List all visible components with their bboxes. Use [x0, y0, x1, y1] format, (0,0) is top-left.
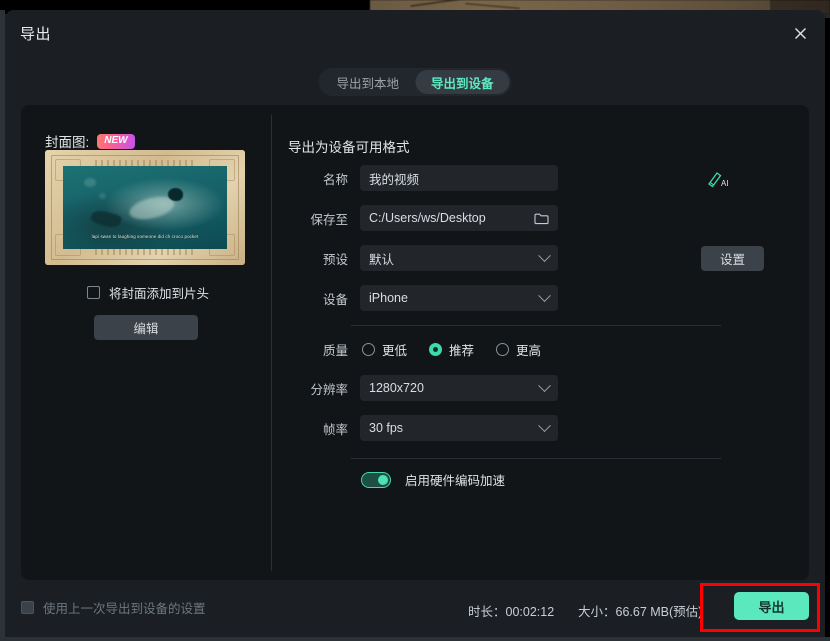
quality-option-higher-label: 更高	[516, 344, 542, 358]
page-title: 导出	[20, 26, 52, 43]
save-to-label: 保存至	[310, 212, 348, 227]
preset-value: 默认	[369, 252, 395, 267]
svg-text:AI: AI	[721, 179, 729, 188]
device-select[interactable]: iPhone	[360, 285, 558, 311]
resolution-label: 分辨率	[310, 382, 348, 397]
backdrop-streak	[465, 2, 520, 10]
thumbnail-subtitle: lapi swan to laughing someone did ch cro…	[91, 234, 199, 240]
resolution-value: 1280x720	[369, 381, 424, 395]
size-text: 大小：66.67 MB(预估)	[578, 605, 703, 619]
cover-label: 封面图:	[45, 135, 90, 150]
quality-option-higher[interactable]: 更高	[496, 340, 541, 359]
field-preset: 预设 默认 设置	[288, 245, 764, 271]
quality-option-lower-label: 更低	[382, 344, 408, 358]
cover-header: 封面图: NEW	[45, 131, 135, 151]
edit-cover-button[interactable]: 编辑	[94, 315, 198, 340]
dialog-footer: 使用上一次导出到设备的设置 时长：00:02:12 大小：66.67 MB(预估…	[5, 580, 825, 633]
chevron-down-icon	[538, 418, 551, 432]
add-cover-to-intro-label: 将封面添加到片头	[109, 287, 210, 301]
field-resolution: 分辨率 1280x720	[288, 375, 558, 401]
preset-label: 预设	[322, 252, 348, 267]
section-title: 导出为设备可用格式	[288, 140, 410, 155]
preset-select[interactable]: 默认	[360, 245, 558, 271]
duration-text: 时长：00:02:12	[468, 605, 555, 619]
checkbox-box	[87, 286, 100, 299]
use-last-settings-checkbox[interactable]: 使用上一次导出到设备的设置	[21, 598, 206, 617]
frame-rate-select[interactable]: 30 fps	[360, 415, 558, 441]
export-dialog: 导出 导出到本地 导出到设备 封面图: NEW lapi swan to lau…	[5, 10, 825, 637]
close-icon[interactable]	[787, 20, 813, 46]
tab-export-to-local[interactable]: 导出到本地	[320, 70, 415, 94]
quality-option-recommended[interactable]: 推荐	[429, 340, 474, 359]
cover-thumbnail[interactable]: lapi swan to laughing someone did ch cro…	[45, 150, 245, 265]
photo-bubble	[99, 192, 107, 199]
name-value: 我的视频	[369, 172, 420, 187]
photo-swimmer-head	[167, 187, 183, 201]
hardware-accel-row: 启用硬件编码加速	[361, 470, 505, 489]
quality-label: 质量	[322, 344, 348, 358]
cover-panel: 封面图: NEW lapi swan to laughing someone d…	[21, 105, 271, 580]
settings-divider-bottom	[351, 458, 721, 459]
export-settings-panel: 导出为设备可用格式 名称 我的视频 AI 保存至 C:/Users/ws/Des…	[271, 105, 809, 580]
radio-dot	[429, 343, 443, 356]
tab-export-to-device[interactable]: 导出到设备	[415, 70, 510, 94]
field-frame-rate: 帧率 30 fps	[288, 415, 558, 441]
radio-dot	[496, 343, 510, 356]
device-value: iPhone	[369, 291, 408, 305]
frame-rate-label: 帧率	[322, 422, 348, 437]
chevron-down-icon	[538, 248, 551, 262]
use-last-settings-label: 使用上一次导出到设备的设置	[43, 602, 206, 616]
settings-divider-top	[351, 325, 721, 326]
dialog-titlebar: 导出	[5, 10, 825, 56]
ai-pen-icon[interactable]: AI	[706, 169, 730, 189]
photo-swimmer-tail	[89, 208, 123, 231]
field-device: 设备 iPhone	[288, 285, 558, 311]
preset-settings-button[interactable]: 设置	[701, 246, 764, 271]
quality-option-recommended-label: 推荐	[449, 344, 475, 358]
screen: 导出 导出到本地 导出到设备 封面图: NEW lapi swan to lau…	[0, 0, 830, 641]
field-name: 名称 我的视频 AI	[288, 165, 729, 191]
new-badge: NEW	[97, 133, 135, 149]
field-save-to: 保存至 C:/Users/ws/Desktop	[288, 205, 558, 231]
radio-dot	[362, 343, 375, 356]
hardware-accel-toggle[interactable]	[361, 471, 391, 488]
checkbox-box	[21, 601, 34, 614]
resolution-select[interactable]: 1280x720	[360, 375, 558, 401]
name-input[interactable]: 我的视频	[360, 165, 558, 191]
chevron-down-icon	[538, 378, 551, 392]
toggle-knob	[378, 474, 388, 485]
hardware-accel-label: 启用硬件编码加速	[405, 474, 506, 488]
frame-rate-value: 30 fps	[369, 421, 404, 435]
backdrop-streak	[410, 0, 470, 8]
cover-photo-underwater: lapi swan to laughing someone did ch cro…	[63, 166, 227, 249]
quality-option-lower[interactable]: 更低	[362, 340, 407, 359]
save-to-value: C:/Users/ws/Desktop	[369, 211, 486, 225]
export-button[interactable]: 导出	[734, 592, 809, 620]
photo-bubble	[84, 177, 97, 187]
device-label: 设备	[322, 292, 348, 307]
name-label: 名称	[322, 172, 348, 187]
field-quality: 质量 更低 推荐 更高	[288, 340, 563, 359]
folder-icon[interactable]	[534, 212, 549, 225]
chevron-down-icon	[538, 288, 551, 302]
window-edge-bottom	[0, 637, 830, 641]
add-cover-to-intro-checkbox[interactable]: 将封面添加到片头	[87, 283, 209, 302]
export-target-tabs: 导出到本地 导出到设备	[318, 68, 512, 96]
save-to-input[interactable]: C:/Users/ws/Desktop	[360, 205, 558, 231]
dialog-body-card: 封面图: NEW lapi swan to laughing someone d…	[21, 105, 809, 580]
